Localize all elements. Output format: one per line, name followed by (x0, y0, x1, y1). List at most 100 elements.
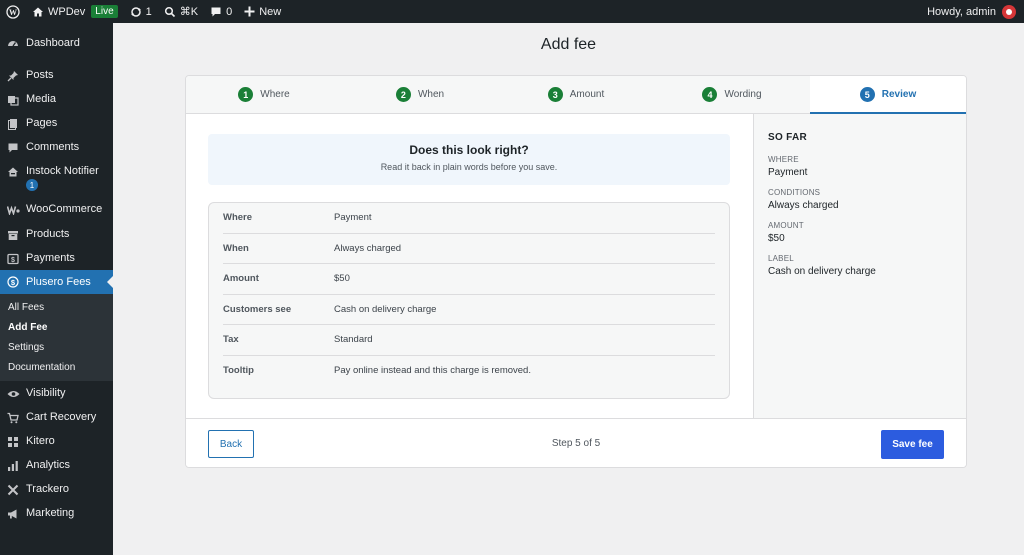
sidebar-item-label: Visibility (26, 387, 66, 399)
step-when[interactable]: 2 When (342, 76, 498, 113)
confirm-subtext: Read it back in plain words before you s… (380, 162, 558, 172)
sidebar-item-label: Posts (26, 69, 54, 81)
updates-count: 1 (145, 5, 152, 18)
sidebar-item-label: Dashboard (26, 37, 80, 49)
submenu-item-all-fees[interactable]: All Fees (0, 297, 113, 317)
review-key: When (223, 242, 249, 254)
fee-wizard-card: 1 Where 2 When 3 Amount 4 Wording 5 Revi… (185, 75, 967, 468)
cross-icon (6, 483, 20, 497)
sidebar-item-posts[interactable]: Posts (0, 69, 113, 83)
so-far-label: LABEL (768, 254, 794, 263)
sidebar-item-label: Plusero Fees (26, 276, 91, 288)
wizard-footer: Back Step 5 of 5 Save fee (186, 418, 966, 467)
review-key: Where (223, 212, 253, 224)
comments-link[interactable]: 0 (204, 0, 238, 23)
sidebar-item-dashboard[interactable]: Dashboard (0, 37, 113, 51)
sidebar-item-label: Comments (26, 141, 80, 153)
table-row: Tax Standard (223, 325, 715, 356)
pin-icon (6, 69, 20, 83)
pages-icon (6, 117, 20, 131)
comments-count: 0 (226, 5, 233, 18)
new-label: New (259, 5, 282, 18)
sidebar-item-cart-recovery[interactable]: Cart Recovery (0, 411, 113, 425)
sidebar-item-trackero[interactable]: Trackero (0, 483, 113, 497)
sidebar-item-products[interactable]: Products (0, 228, 113, 242)
table-row: Amount $50 (223, 264, 715, 295)
sidebar-item-analytics[interactable]: Analytics (0, 459, 113, 473)
review-pane: Does this look right? Read it back in pl… (186, 114, 753, 418)
review-value: $50 (334, 273, 350, 285)
products-icon (6, 228, 20, 242)
step-number: 2 (395, 87, 411, 102)
sidebar-item-kitero[interactable]: Kitero (0, 435, 113, 449)
new-content-link[interactable]: New (238, 0, 287, 23)
admin-bar: W WPDev Live 1 ⌘K 0 New Howdy, admin (0, 0, 1024, 23)
sidebar-item-label: Media (26, 93, 56, 105)
review-value: Payment (334, 212, 372, 224)
sidebar-item-label: Analytics (26, 459, 71, 471)
review-value: Always charged (334, 242, 402, 254)
step-where[interactable]: 1 Where (186, 76, 342, 113)
confirm-heading: Does this look right? (409, 143, 529, 157)
wordpress-logo-icon[interactable]: W (0, 0, 26, 23)
updates-link[interactable]: 1 (124, 0, 158, 23)
so-far-label: AMOUNT (768, 221, 804, 230)
sidebar-item-instock-notifier[interactable]: Instock Notifier 1 (0, 165, 113, 191)
so-far-value: Payment (768, 167, 808, 178)
step-review[interactable]: 5 Review (810, 76, 966, 114)
dashboard-icon (6, 37, 20, 51)
grid-icon (6, 435, 20, 449)
live-badge: Live (91, 5, 118, 18)
search-link[interactable]: ⌘K (158, 0, 204, 23)
sidebar-item-label: Trackero (26, 483, 69, 495)
so-far-panel: SO FAR WHERE Payment CONDITIONS Always c… (753, 114, 966, 418)
plusero-fees-submenu: All Fees Add Fee Settings Documentation (0, 294, 113, 381)
step-number: 3 (547, 87, 563, 102)
table-row: Customers see Cash on delivery charge (223, 295, 715, 325)
search-icon (164, 6, 175, 17)
greeting: Howdy, admin (927, 5, 996, 18)
sidebar-item-payments[interactable]: $ Payments (0, 252, 113, 266)
sidebar-item-marketing[interactable]: Marketing (0, 507, 113, 521)
submenu-item-settings[interactable]: Settings (0, 337, 113, 357)
svg-text:W: W (9, 8, 17, 17)
svg-text:$: $ (11, 257, 15, 264)
submenu-item-add-fee[interactable]: Add Fee (0, 317, 113, 337)
step-wording[interactable]: 4 Wording (654, 76, 810, 113)
so-far-title: SO FAR (768, 132, 808, 143)
sidebar-item-label: Kitero (26, 435, 55, 447)
review-table: Where Payment When Always charged Amount… (208, 202, 730, 399)
comment-icon (6, 141, 20, 155)
table-row: Where Payment (223, 203, 715, 234)
review-key: Tax (223, 334, 239, 346)
step-indicator: Step 5 of 5 (551, 438, 601, 449)
so-far-value: Always charged (768, 200, 839, 211)
sidebar-item-plusero-fees[interactable]: $ Plusero Fees (0, 270, 113, 294)
site-name-link[interactable]: WPDev Live (26, 0, 124, 23)
submenu-item-documentation[interactable]: Documentation (0, 357, 113, 377)
site-name: WPDev (48, 5, 86, 18)
step-label: Review (881, 89, 917, 100)
confirm-box: Does this look right? Read it back in pl… (208, 134, 730, 185)
review-key: Amount (223, 273, 259, 285)
my-account[interactable]: Howdy, admin (927, 4, 1024, 19)
save-fee-button[interactable]: Save fee (881, 430, 944, 459)
plus-icon (244, 6, 255, 17)
sidebar-item-comments[interactable]: Comments (0, 141, 113, 155)
step-label: Amount (569, 89, 605, 100)
step-label: Wording (724, 89, 762, 100)
review-value: Cash on delivery charge (334, 303, 437, 315)
so-far-label: WHERE (768, 155, 799, 164)
sidebar-item-media[interactable]: Media (0, 93, 113, 107)
so-far-label: CONDITIONS (768, 188, 821, 197)
step-number: 1 (238, 87, 254, 102)
search-shortcut: ⌘K (179, 6, 199, 18)
sidebar-item-visibility[interactable]: Visibility (0, 387, 113, 401)
step-amount[interactable]: 3 Amount (498, 76, 654, 113)
sidebar-item-label: Payments (26, 252, 75, 264)
avatar (1002, 4, 1016, 19)
step-number: 4 (702, 87, 718, 102)
step-number: 5 (859, 87, 875, 102)
sidebar-item-woocommerce[interactable]: WooCommerce (0, 203, 113, 217)
sidebar-item-pages[interactable]: Pages (0, 117, 113, 131)
